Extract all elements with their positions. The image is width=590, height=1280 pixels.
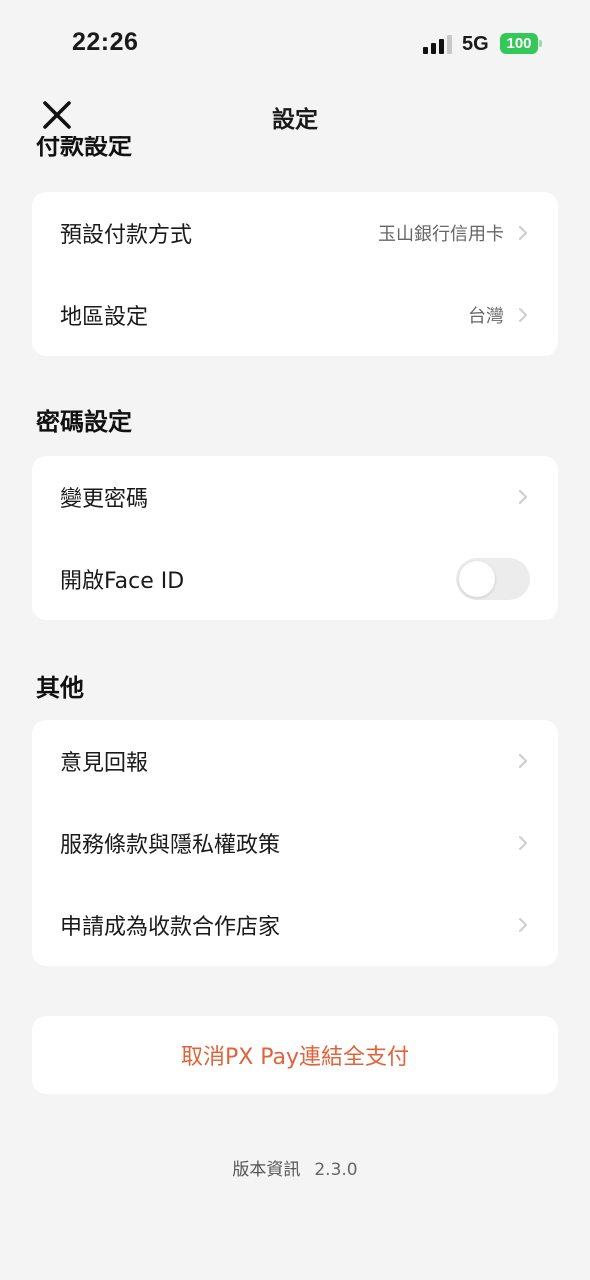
version-info: 版本資訊 2.3.0 bbox=[0, 1155, 590, 1180]
cancel-link-label: 取消PX Pay連結全支付 bbox=[180, 1045, 410, 1070]
status-bar: 22:26 5G 100 bbox=[0, 0, 590, 88]
chevron-right-icon bbox=[518, 753, 528, 769]
face-id-toggle[interactable] bbox=[456, 558, 530, 600]
section-title-payment-text: 付款設定 bbox=[36, 136, 132, 160]
feedback-label: 意見回報 bbox=[60, 751, 149, 776]
toggle-knob bbox=[459, 561, 495, 597]
version-number: 2.3.0 bbox=[314, 1160, 358, 1180]
merchant-apply-label: 申請成為收款合作店家 bbox=[60, 915, 281, 940]
cancel-link-button[interactable]: 取消PX Pay連結全支付 bbox=[32, 1016, 558, 1094]
row-face-id: 開啟Face ID bbox=[32, 538, 558, 620]
chevron-right-icon bbox=[518, 835, 528, 851]
other-settings-card: 意見回報 服務條款與隱私權政策 申請成為收款合作店家 bbox=[32, 720, 558, 966]
signal-icon bbox=[423, 34, 453, 54]
header: 設定 bbox=[0, 88, 590, 142]
row-default-payment[interactable]: 預設付款方式 玉山銀行信用卡 bbox=[32, 192, 558, 274]
password-settings-card: 變更密碼 開啟Face ID bbox=[32, 456, 558, 620]
chevron-right-icon bbox=[518, 917, 528, 933]
chevron-right-icon bbox=[518, 225, 528, 241]
row-change-password[interactable]: 變更密碼 bbox=[32, 456, 558, 538]
row-merchant-apply[interactable]: 申請成為收款合作店家 bbox=[32, 884, 558, 966]
section-title-password: 密碼設定 bbox=[36, 408, 132, 436]
version-label: 版本資訊 bbox=[232, 1160, 301, 1180]
row-region[interactable]: 地區設定 台灣 bbox=[32, 274, 558, 356]
row-feedback[interactable]: 意見回報 bbox=[32, 720, 558, 802]
section-title-payment: 付款設定 bbox=[36, 136, 132, 164]
network-type: 5G bbox=[462, 33, 489, 55]
chevron-right-icon bbox=[518, 307, 528, 323]
region-label: 地區設定 bbox=[60, 305, 149, 330]
terms-label: 服務條款與隱私權政策 bbox=[60, 833, 281, 858]
battery-icon: 100 bbox=[500, 33, 542, 54]
default-payment-label: 預設付款方式 bbox=[60, 223, 193, 248]
status-time: 22:26 bbox=[72, 28, 139, 56]
change-password-label: 變更密碼 bbox=[60, 487, 149, 512]
chevron-right-icon bbox=[518, 489, 528, 505]
payment-settings-card: 預設付款方式 玉山銀行信用卡 地區設定 台灣 bbox=[32, 192, 558, 356]
region-value: 台灣 bbox=[468, 306, 504, 327]
section-title-other: 其他 bbox=[36, 674, 84, 702]
face-id-label: 開啟Face ID bbox=[60, 569, 185, 594]
battery-level: 100 bbox=[506, 35, 532, 52]
row-terms[interactable]: 服務條款與隱私權政策 bbox=[32, 802, 558, 884]
page-title: 設定 bbox=[272, 107, 318, 133]
default-payment-value: 玉山銀行信用卡 bbox=[378, 224, 504, 245]
